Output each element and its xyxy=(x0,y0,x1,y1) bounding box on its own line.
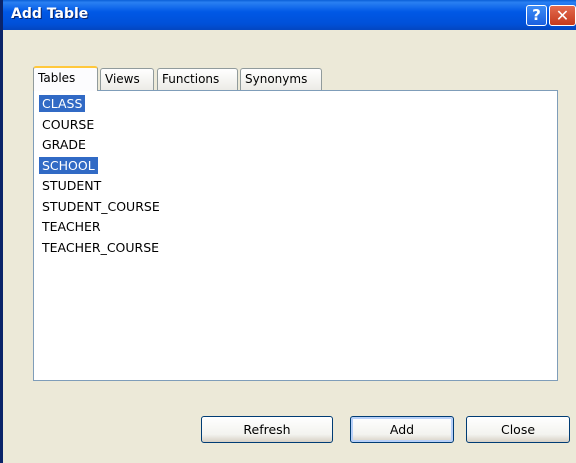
add-button[interactable]: Add xyxy=(350,416,454,443)
list-item-label: STUDENT xyxy=(42,178,102,193)
list-item[interactable]: CLASS xyxy=(39,94,163,115)
tab-tables[interactable]: Tables xyxy=(33,66,98,91)
tab-synonyms[interactable]: Synonyms xyxy=(240,68,322,90)
tables-list[interactable]: CLASS COURSE GRADE SCHOOL STUDENT STUDEN… xyxy=(39,94,163,258)
add-table-dialog: Add Table ? ✕ Tables Views Functions Syn… xyxy=(0,0,576,463)
tab-functions[interactable]: Functions xyxy=(157,68,238,90)
title-bar[interactable]: Add Table ? ✕ xyxy=(3,0,576,30)
close-window-button[interactable]: ✕ xyxy=(549,5,576,26)
list-item[interactable]: STUDENT xyxy=(39,176,163,197)
list-item-label: SCHOOL xyxy=(39,156,98,174)
help-button[interactable]: ? xyxy=(526,5,547,26)
list-item[interactable]: GRADE xyxy=(39,135,163,156)
list-item-label: TEACHER xyxy=(42,219,101,234)
list-item[interactable]: COURSE xyxy=(39,115,163,136)
dialog-title: Add Table xyxy=(11,6,89,22)
close-icon: ✕ xyxy=(555,6,570,25)
list-item[interactable]: TEACHER xyxy=(39,217,163,238)
list-item-label: STUDENT_COURSE xyxy=(42,198,160,214)
list-item-label: CLASS xyxy=(39,95,86,112)
tab-views[interactable]: Views xyxy=(100,68,154,90)
list-item[interactable]: TEACHER_COURSE xyxy=(39,238,163,259)
list-item[interactable]: SCHOOL xyxy=(39,156,163,177)
list-item-label: TEACHER_COURSE xyxy=(42,239,160,255)
tables-list-panel[interactable]: CLASS COURSE GRADE SCHOOL STUDENT STUDEN… xyxy=(33,90,558,381)
refresh-button[interactable]: Refresh xyxy=(201,416,333,443)
help-icon: ? xyxy=(532,6,541,24)
list-item-label: COURSE xyxy=(42,116,95,132)
list-item-label: GRADE xyxy=(42,137,86,152)
list-item[interactable]: STUDENT_COURSE xyxy=(39,197,163,218)
close-button[interactable]: Close xyxy=(466,416,570,443)
